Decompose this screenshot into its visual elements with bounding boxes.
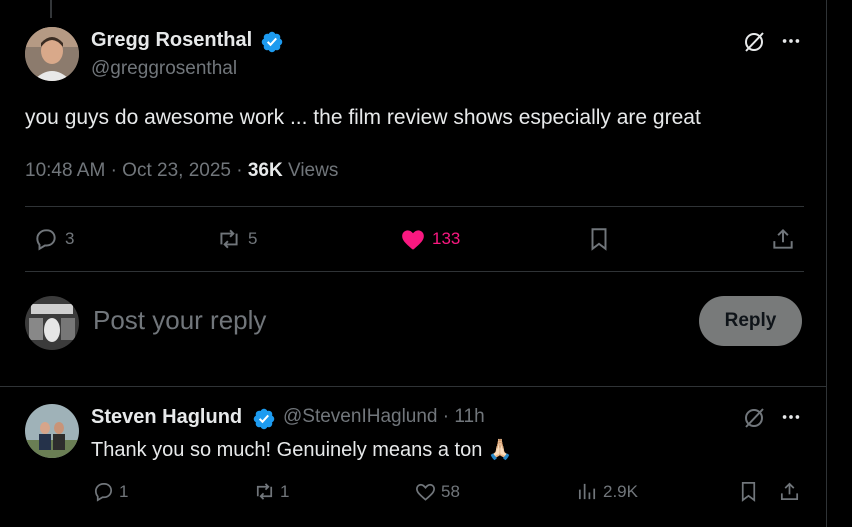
reply-age[interactable]: 11h xyxy=(454,406,484,427)
share-icon xyxy=(773,228,793,249)
verified-badge-icon xyxy=(261,31,283,53)
like-count: 58 xyxy=(441,481,460,501)
grok-icon[interactable] xyxy=(740,28,768,56)
meta-separator: · xyxy=(236,160,248,181)
reply-author-name[interactable]: Steven Haglund xyxy=(91,406,242,429)
bookmark-action[interactable] xyxy=(586,226,612,252)
views-count: 36K xyxy=(247,160,283,181)
reply-action[interactable]: 1 xyxy=(92,480,128,503)
reply-text-line: Thank you so much! Genuinely means a ton… xyxy=(91,437,513,462)
share-action[interactable] xyxy=(770,226,796,252)
more-options-icon[interactable] xyxy=(778,28,804,54)
like-action[interactable]: 133 xyxy=(400,226,460,252)
bookmark-action[interactable] xyxy=(737,480,760,503)
views-bar-chart-icon xyxy=(578,483,596,500)
thread-connector-line xyxy=(50,0,52,18)
like-count: 133 xyxy=(432,229,461,248)
meta-separator: · xyxy=(442,406,455,427)
repost-icon xyxy=(220,229,238,249)
reply-icon xyxy=(94,482,113,502)
divider xyxy=(0,386,827,387)
author-avatar[interactable] xyxy=(25,27,79,81)
reply-action[interactable]: 3 xyxy=(33,226,74,252)
reply-icon xyxy=(36,229,56,251)
grok-icon[interactable] xyxy=(740,404,768,432)
bookmark-icon xyxy=(741,482,756,502)
tweet-date[interactable]: Oct 23, 2025 xyxy=(122,160,231,181)
tweet-time[interactable]: 10:48 AM xyxy=(25,160,105,181)
reply-author-meta: @StevenIHaglund · 11h xyxy=(283,406,485,428)
reply-count: 3 xyxy=(65,229,75,248)
reply-author-handle[interactable]: @StevenIHaglund xyxy=(283,406,438,427)
repost-action[interactable]: 1 xyxy=(253,480,289,503)
folded-hands-emoji: 🙏🏻 xyxy=(487,439,513,461)
views-action[interactable]: 2.9K xyxy=(576,480,638,503)
share-action[interactable] xyxy=(778,480,801,503)
verified-badge-icon xyxy=(253,408,275,430)
reply-text: Thank you so much! Genuinely means a ton xyxy=(91,439,483,461)
repost-count: 5 xyxy=(248,229,258,248)
reply-count: 1 xyxy=(119,481,129,501)
reply-input[interactable]: Post your reply xyxy=(93,305,266,336)
conversation-column: Gregg Rosenthal @greggrosenthal you guys… xyxy=(0,0,827,527)
repost-icon xyxy=(256,483,273,500)
meta-separator: · xyxy=(110,160,123,181)
more-options-icon[interactable] xyxy=(778,404,804,430)
reply-button[interactable]: Reply xyxy=(699,296,802,346)
divider xyxy=(25,271,804,272)
reply-author-avatar[interactable] xyxy=(25,404,79,458)
current-user-avatar[interactable] xyxy=(25,296,79,350)
divider xyxy=(25,206,804,207)
author-name[interactable]: Gregg Rosenthal xyxy=(91,29,252,52)
share-icon xyxy=(780,482,799,501)
repost-action[interactable]: 5 xyxy=(216,226,257,252)
repost-count: 1 xyxy=(280,481,290,501)
views-label: Views xyxy=(288,160,339,181)
like-action[interactable]: 58 xyxy=(414,480,460,503)
author-handle[interactable]: @greggrosenthal xyxy=(91,58,237,80)
heart-filled-icon xyxy=(402,230,424,250)
tweet-metadata: 10:48 AM · Oct 23, 2025 · 36K Views xyxy=(25,160,338,182)
tweet-text: you guys do awesome work ... the film re… xyxy=(25,106,701,129)
views-count: 2.9K xyxy=(603,481,638,501)
bookmark-icon xyxy=(591,228,607,251)
heart-outline-icon xyxy=(416,483,435,501)
